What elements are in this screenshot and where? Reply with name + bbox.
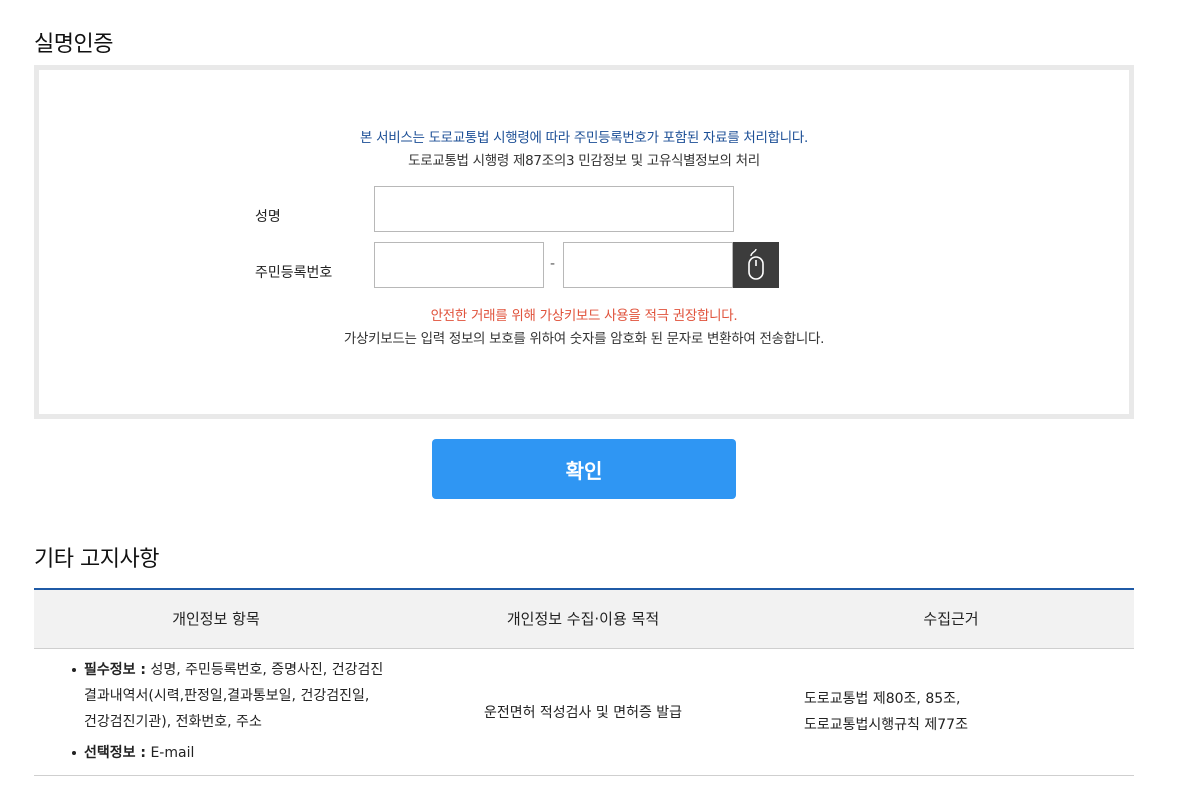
items-cell: 필수정보 : 성명, 주민등록번호, 증명사진, 건강검진 결과내역서(시력,판… [34, 648, 398, 776]
auth-section-title: 실명인증 [34, 32, 113, 57]
optional-info-label: 선택정보 : [84, 744, 146, 761]
basis-line2: 도로교통법시행규칙 제77조 [804, 716, 968, 733]
rrn-label: 주민등록번호 [255, 265, 333, 281]
page: 실명인증 본 서비스는 도로교통법 시행령에 따라 주민등록번호가 포함된 자료… [0, 0, 1199, 785]
required-info-line3: 건강검진기관), 전화번호, 주소 [84, 713, 262, 730]
confirm-button[interactable]: 확인 [432, 439, 736, 499]
privacy-info-table: 개인정보 항목 개인정보 수집·이용 목적 수집근거 필수정보 : 성명, 주민… [34, 588, 1134, 776]
name-label: 성명 [255, 209, 281, 225]
service-notice: 본 서비스는 도로교통법 시행령에 따라 주민등록번호가 포함된 자료를 처리합… [359, 130, 808, 146]
optional-info-item: 선택정보 : E-mail [70, 740, 398, 766]
required-info-line1: 성명, 주민등록번호, 증명사진, 건강검진 [146, 661, 384, 678]
table-row: 필수정보 : 성명, 주민등록번호, 증명사진, 건강검진 결과내역서(시력,판… [34, 648, 1134, 776]
required-info-item: 필수정보 : 성명, 주민등록번호, 증명사진, 건강검진 결과내역서(시력,판… [70, 657, 398, 735]
rrn-front-input[interactable] [374, 242, 544, 288]
basis-line1: 도로교통법 제80조, 85조, [804, 690, 961, 707]
rrn-separator: - [550, 256, 556, 272]
virtual-keyboard-button[interactable] [733, 242, 779, 288]
table-header-row: 개인정보 항목 개인정보 수집·이용 목적 수집근거 [34, 589, 1134, 649]
rrn-back-input[interactable] [563, 242, 733, 288]
purpose-cell: 운전면허 적성검사 및 면허증 발급 [398, 648, 768, 776]
virtual-keyboard-description: 가상키보드는 입력 정보의 보호를 위하여 숫자를 암호화 된 문자로 변환하여… [343, 331, 825, 347]
name-input[interactable] [374, 186, 734, 232]
virtual-keyboard-warning: 안전한 거래를 위해 가상키보드 사용을 적극 권장합니다. [430, 308, 738, 324]
legal-basis-notice: 도로교통법 시행령 제87조의3 민감정보 및 고유식별정보의 처리 [408, 153, 760, 169]
mouse-icon [748, 248, 764, 280]
required-info-line2: 결과내역서(시력,판정일,결과통보일, 건강검진일, [84, 687, 370, 704]
header-basis: 수집근거 [768, 589, 1134, 649]
header-items: 개인정보 항목 [34, 589, 398, 649]
basis-cell: 도로교통법 제80조, 85조, 도로교통법시행규칙 제77조 [768, 648, 1134, 776]
required-info-label: 필수정보 : [84, 661, 146, 678]
optional-info-value: E-mail [146, 744, 195, 761]
notice-section-title: 기타 고지사항 [34, 547, 159, 572]
header-purpose: 개인정보 수집·이용 목적 [398, 589, 768, 649]
auth-box: 본 서비스는 도로교통법 시행령에 따라 주민등록번호가 포함된 자료를 처리합… [34, 65, 1134, 419]
